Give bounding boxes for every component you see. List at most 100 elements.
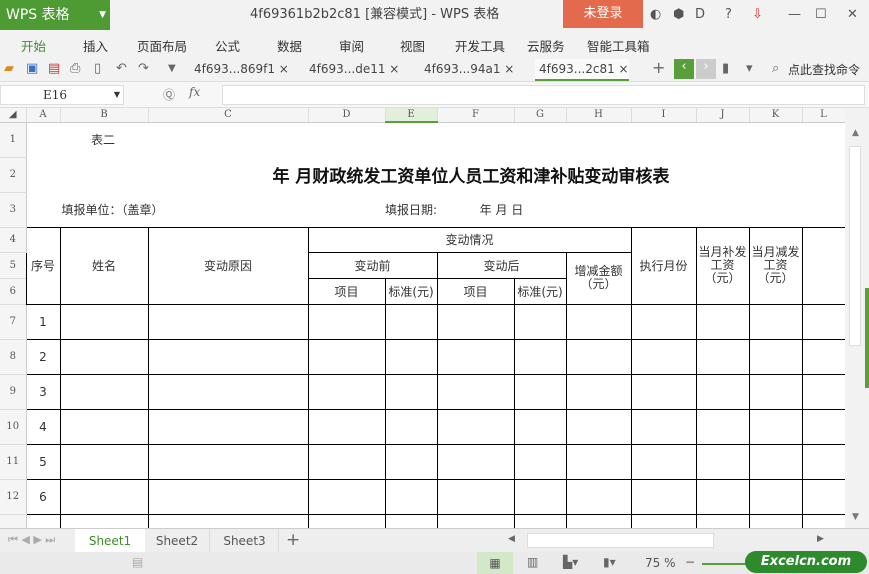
doc-tab-2[interactable]: 4f693...de11 × [305,59,399,81]
tab-data[interactable]: 数据 [277,36,302,55]
data-cell[interactable] [630,303,697,340]
tab-home[interactable]: 开始 [21,36,46,55]
tab-smart-tools[interactable]: 智能工具箱 [587,36,650,55]
data-cell[interactable] [695,443,750,480]
fx-icon[interactable]: fx [189,85,200,99]
seq-cell[interactable]: 4 [25,408,61,445]
macro-icon[interactable]: ▤ [132,555,143,569]
header-before[interactable]: 变动前 [307,251,438,279]
data-cell[interactable] [307,513,386,529]
download-icon[interactable]: ⇩ [752,7,763,22]
save-icon[interactable]: ▣ [26,61,38,76]
col-header[interactable]: J [696,108,750,123]
col-header[interactable]: G [514,108,567,123]
data-cell[interactable] [59,338,149,375]
header-add-pay[interactable]: 当月补发工资（元） [695,226,750,305]
scroll-up-icon[interactable]: ▲ [852,128,859,138]
zoom-slider[interactable] [702,563,747,565]
data-cell[interactable] [436,513,515,529]
fill-date-value[interactable]: 年 月 日 [437,192,566,227]
seq-cell[interactable]: 6 [25,478,61,515]
data-cell[interactable] [147,338,309,375]
data-cell[interactable] [695,303,750,340]
data-cell[interactable] [630,373,697,410]
eye-protect-icon[interactable]: ▮▾ [603,555,616,569]
command-search[interactable]: 点此查找命令 [788,61,860,78]
header-name[interactable]: 姓名 [59,226,149,305]
header-amount[interactable]: 增减金额（元） [565,251,632,305]
row-header[interactable]: 1 [0,122,27,158]
data-cell[interactable] [147,478,309,515]
data-cell[interactable] [630,408,697,445]
data-cell[interactable] [59,408,149,445]
data-cell[interactable] [748,303,803,340]
data-cell[interactable] [801,373,846,410]
header-change[interactable]: 变动情况 [307,226,632,253]
tab-cloud[interactable]: 云服务 [527,36,565,55]
zoom-level[interactable]: 75 % [645,556,676,570]
data-cell[interactable] [307,443,386,480]
seq-cell[interactable]: 1 [25,303,61,340]
wps-menu-button[interactable]: WPS 表格 ▼ [0,0,110,30]
redo-icon[interactable]: ↷ [138,61,149,76]
zoom-formula-icon[interactable]: Ⓠ [163,86,175,103]
tab-view[interactable]: 视图 [400,36,425,55]
data-cell[interactable] [307,478,386,515]
tab-page-layout[interactable]: 页面布局 [137,36,187,55]
row-header[interactable]: 7 [0,304,27,340]
row-header[interactable]: 5 [0,252,27,279]
data-cell[interactable] [384,303,438,340]
data-cell[interactable] [801,338,846,375]
tab-developer[interactable]: 开发工具 [455,36,505,55]
header-item[interactable]: 项目 [307,277,386,305]
login-button[interactable]: 未登录 [563,0,643,28]
col-header[interactable]: I [631,108,697,123]
data-cell[interactable] [436,373,515,410]
table-label[interactable]: 表二 [60,122,308,157]
data-cell[interactable] [307,303,386,340]
scroll-left-icon[interactable]: ◀ [508,534,515,544]
col-header[interactable]: F [437,108,515,123]
data-cell[interactable] [748,338,803,375]
data-cell[interactable] [59,478,149,515]
data-cell[interactable] [565,338,632,375]
data-cell[interactable] [513,303,567,340]
data-cell[interactable] [565,513,632,529]
data-cell[interactable] [59,513,149,529]
data-cell[interactable] [436,338,515,375]
data-cell[interactable] [59,373,149,410]
data-cell[interactable] [384,478,438,515]
tab-insert[interactable]: 插入 [83,36,108,55]
data-cell[interactable] [801,443,846,480]
col-header[interactable]: B [60,108,149,123]
export-pdf-icon[interactable]: ▤ [48,61,60,76]
data-cell[interactable] [565,408,632,445]
next-tab-icon[interactable]: › [696,59,716,79]
data-cell[interactable] [384,338,438,375]
normal-view-icon[interactable]: ▦ [477,552,513,574]
data-cell[interactable] [307,408,386,445]
vertical-scrollbar[interactable]: ▲ ▼ [845,108,869,528]
doc-tab-3[interactable]: 4f693...94a1 × [420,59,514,81]
row-header[interactable]: 10 [0,409,27,445]
data-cell[interactable] [801,478,846,515]
data-cell[interactable] [801,513,846,529]
col-header[interactable]: C [148,108,309,123]
zoom-out-icon[interactable]: − [685,555,695,569]
spreadsheet-grid[interactable]: ◢ A B C D E F G H I J K L 1 表二 2 年 月财政统发… [0,108,846,529]
row-header[interactable]: 4 [0,227,27,253]
help-icon[interactable]: ? [725,7,732,22]
formula-input[interactable] [222,85,865,105]
data-cell[interactable] [513,443,567,480]
data-cell[interactable] [147,513,309,529]
data-cell[interactable] [695,373,750,410]
data-cell[interactable] [565,303,632,340]
header-sub-pay[interactable]: 当月减发工资（元） [748,226,803,305]
print-icon[interactable]: ⎙ [70,61,80,76]
data-cell[interactable] [565,443,632,480]
data-cell[interactable] [513,513,567,529]
open-icon[interactable]: ▰ [4,61,14,76]
feedback-icon[interactable]: D [695,7,705,22]
data-cell[interactable] [147,303,309,340]
scroll-thumb[interactable] [849,146,861,346]
